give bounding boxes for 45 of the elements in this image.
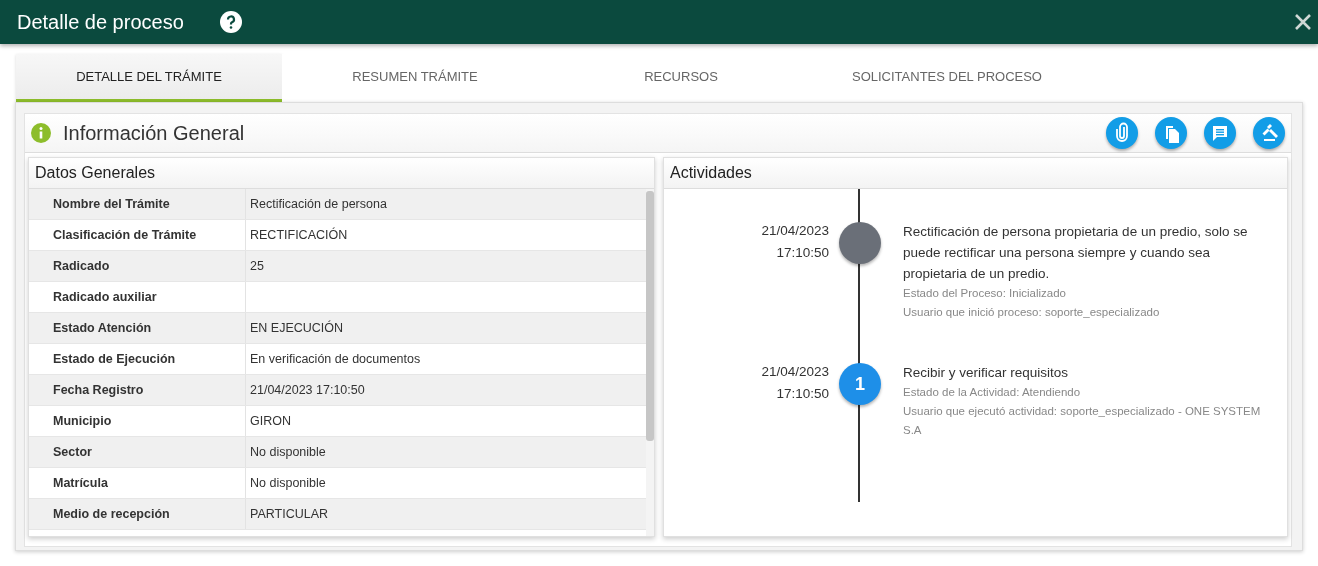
field-value: Rectificación de persona [249, 196, 388, 213]
field-label: Nombre del Trámite [29, 189, 246, 219]
field-value: En verificación de documentos [249, 351, 422, 368]
activity-detail: Estado de la Actividad: Atendiendo [903, 385, 1082, 400]
info-icon [31, 123, 51, 143]
field-value: No disponible [249, 475, 327, 492]
activity-detail: Usuario que ejecutó actividad: soporte_especializado - ONE SYSTEM S.A [903, 404, 1262, 438]
copy-button[interactable] [1155, 117, 1187, 149]
field-value: EN EJECUCIÓN [249, 319, 345, 337]
help-icon[interactable] [219, 11, 242, 33]
field-label: Matrícula [29, 468, 246, 498]
scrollbar[interactable] [646, 189, 654, 536]
field-label: Municipio [29, 406, 246, 436]
field-value: 21/04/2023 17:10:50 [249, 382, 366, 399]
gavel-button[interactable] [1253, 117, 1285, 149]
activity-detail: Estado del Proceso: Inicializado [903, 286, 1067, 301]
activity-detail: Usuario que inició proceso: soporte_especializado [903, 305, 1161, 320]
comment-button[interactable] [1204, 117, 1236, 149]
tab[interactable]: DETALLE DEL TRÁMITE [16, 54, 282, 102]
field-label: Radicado auxiliar [29, 282, 246, 312]
panel-title: Datos Generales [29, 158, 654, 189]
step-number: 1 [839, 363, 881, 405]
activity-time: 17:10:50 [776, 244, 829, 262]
activity-title: Recibir y verificar requisitos [903, 364, 1070, 382]
field-value: No disponible [249, 444, 327, 461]
field-label: Fecha Registro [29, 375, 246, 405]
field-value: 25 [249, 258, 265, 275]
field-value: PARTICULAR [249, 506, 330, 523]
window-title: Detalle de proceso [17, 10, 184, 34]
field-label: Radicado [29, 251, 246, 281]
field-value: RECTIFICACIÓN [249, 226, 349, 244]
field-label: Sector [29, 437, 246, 467]
paperclip-button[interactable] [1106, 117, 1138, 149]
field-label: Estado de Ejecución [29, 344, 246, 374]
field-label: Medio de recepción [29, 499, 246, 529]
panel-title: Actividades [664, 158, 1287, 189]
activity-title: Rectificación de persona propietaria de un predio, solo se puede rectificar una persona siempre y cuando sea propietaria de un predio. [903, 223, 1249, 283]
field-value: GIRON [249, 413, 292, 430]
field-label: Clasificación de Trámite [29, 220, 246, 250]
activity-time: 17:10:50 [776, 385, 829, 403]
section-title: Información General [63, 121, 245, 145]
timeline-dot [839, 222, 881, 264]
activity-date: 21/04/2023 [761, 363, 829, 381]
activity-date: 21/04/2023 [761, 222, 829, 240]
field-label: Estado Atención [29, 313, 246, 343]
